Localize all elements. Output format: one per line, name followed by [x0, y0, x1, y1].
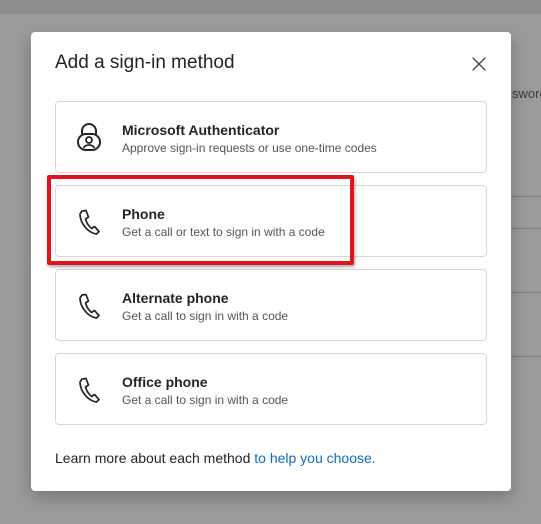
help-choose-link[interactable]: to help you choose.	[254, 450, 375, 466]
method-name: Office phone	[122, 374, 208, 390]
method-option-alternate-phone[interactable]: Alternate phone Get a call to sign in wi…	[55, 269, 487, 341]
method-name: Phone	[122, 206, 165, 222]
method-name: Microsoft Authenticator	[122, 122, 280, 138]
dialog-title: Add a sign-in method	[55, 52, 235, 73]
footer-text: Learn more about each method	[55, 450, 255, 466]
method-description: Get a call to sign in with a code	[122, 309, 289, 323]
method-option-office-phone[interactable]: Office phone Get a call to sign in with …	[55, 353, 487, 425]
method-option-microsoft-authenticator[interactable]: Microsoft Authenticator Approve sign-in …	[55, 101, 487, 173]
learn-more-footer: Learn more about each method to help you…	[55, 450, 376, 466]
background-divider	[512, 356, 541, 357]
background-divider	[512, 196, 541, 197]
background-text-fragment: sword	[512, 86, 541, 101]
method-description: Get a call or text to sign in with a cod…	[122, 225, 325, 239]
method-description: Approve sign-in requests or use one-time…	[122, 141, 377, 155]
method-option-phone[interactable]: Phone Get a call or text to sign in with…	[55, 185, 487, 257]
close-icon	[472, 57, 486, 71]
phone-icon	[74, 206, 104, 238]
background-divider	[512, 292, 541, 293]
phone-icon	[74, 290, 104, 322]
phone-icon	[74, 374, 104, 406]
close-button[interactable]	[469, 54, 489, 74]
method-description: Get a call to sign in with a code	[122, 393, 289, 407]
add-sign-in-method-dialog: Add a sign-in method Microsoft Authentic…	[31, 32, 511, 491]
method-name: Alternate phone	[122, 290, 229, 306]
background-divider	[512, 228, 541, 229]
authenticator-lock-icon	[74, 122, 104, 154]
